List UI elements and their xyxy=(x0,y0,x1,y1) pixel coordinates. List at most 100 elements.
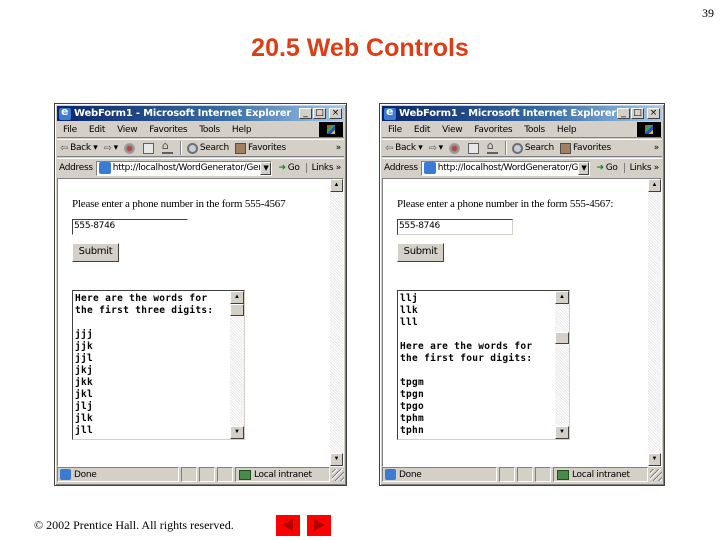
scroll-thumb[interactable] xyxy=(230,304,244,316)
minimize-button[interactable]: _ xyxy=(617,108,630,119)
ie-app-icon xyxy=(59,105,71,120)
address-input[interactable]: http://localhost/WordGenerator/Genera ▼ xyxy=(420,160,591,176)
refresh-icon xyxy=(467,142,479,154)
menu-tools[interactable]: Tools xyxy=(518,125,551,135)
status-panel-empty xyxy=(535,467,551,482)
page-scrollbar[interactable]: ▲ ▼ xyxy=(648,179,661,466)
minimize-button[interactable]: _ xyxy=(299,108,312,119)
results-text: Here are the words for the first three d… xyxy=(75,293,214,436)
address-dropdown-icon[interactable]: ▼ xyxy=(578,161,590,175)
go-button[interactable]: ➜ Go xyxy=(272,163,305,173)
status-panel-empty xyxy=(181,467,197,482)
address-url[interactable]: http://localhost/WordGenerator/Genera xyxy=(113,163,261,173)
toolbar-chevron-icon[interactable]: » xyxy=(654,143,660,153)
search-button[interactable]: Search xyxy=(509,142,557,154)
refresh-button[interactable] xyxy=(140,142,159,154)
toolbar-separator xyxy=(179,141,182,155)
home-button[interactable] xyxy=(159,139,178,154)
menu-view[interactable]: View xyxy=(111,125,143,135)
scroll-up-icon[interactable]: ▲ xyxy=(230,291,244,304)
menu-help[interactable]: Help xyxy=(226,125,257,135)
status-text: Done xyxy=(399,469,422,480)
go-button[interactable]: ➜ Go xyxy=(590,163,623,173)
close-button[interactable]: × xyxy=(329,108,342,119)
favorites-button[interactable]: Favorites xyxy=(232,142,289,154)
menu-favorites[interactable]: Favorites xyxy=(468,125,518,135)
favorites-icon xyxy=(234,142,246,154)
resize-grip-icon[interactable] xyxy=(650,468,662,481)
menu-edit[interactable]: Edit xyxy=(408,125,436,135)
menu-edit[interactable]: Edit xyxy=(83,125,111,135)
page-scroll-up-icon[interactable]: ▲ xyxy=(330,179,343,192)
browser-window-after: WebForm1 - Microsoft Internet Explorer _… xyxy=(379,103,665,486)
menu-tools[interactable]: Tools xyxy=(193,125,226,135)
links-button[interactable]: Links » xyxy=(623,163,662,173)
favorites-button[interactable]: Favorites xyxy=(557,142,614,154)
page-scroll-down-icon[interactable]: ▼ xyxy=(330,453,343,466)
status-panel-empty xyxy=(517,467,533,482)
status-bar: Done Local intranet xyxy=(382,466,662,483)
page-scroll-down-icon[interactable]: ▼ xyxy=(648,453,661,466)
scroll-down-icon[interactable]: ▼ xyxy=(555,426,569,439)
address-input[interactable]: http://localhost/WordGenerator/Genera ▼ xyxy=(95,160,273,176)
title-bar[interactable]: WebForm1 - Microsoft Internet Explorer _… xyxy=(57,105,344,121)
results-scrollbar[interactable]: ▲ ▼ xyxy=(230,291,244,439)
zone-text: Local intranet xyxy=(572,469,630,480)
address-bar: Address http://localhost/WordGenerator/G… xyxy=(57,158,344,177)
toolbar-chevron-icon[interactable]: » xyxy=(336,143,342,153)
go-label: Go xyxy=(605,163,618,173)
maximize-button[interactable]: □ xyxy=(313,108,326,119)
links-label: Links xyxy=(629,163,652,173)
status-bar: Done Local intranet xyxy=(57,466,344,483)
links-button[interactable]: Links » xyxy=(305,163,344,173)
refresh-button[interactable] xyxy=(465,142,484,154)
resize-grip-icon[interactable] xyxy=(332,468,344,481)
stop-icon xyxy=(448,142,460,154)
back-button[interactable]: ⇦ Back ▾ xyxy=(382,143,426,154)
home-button[interactable] xyxy=(484,139,503,154)
menu-help[interactable]: Help xyxy=(551,125,582,135)
forward-button[interactable]: ⇨ ▾ xyxy=(101,143,121,154)
stop-button[interactable] xyxy=(446,142,465,154)
menu-file[interactable]: File xyxy=(382,125,408,135)
menu-favorites[interactable]: Favorites xyxy=(143,125,193,135)
search-button[interactable]: Search xyxy=(184,142,232,154)
scroll-thumb[interactable] xyxy=(555,331,569,344)
forward-button[interactable]: ⇨ ▾ xyxy=(426,143,446,154)
close-button[interactable]: × xyxy=(647,108,660,119)
results-scrollbar[interactable]: ▲ ▼ xyxy=(555,291,569,439)
search-label: Search xyxy=(524,143,554,153)
menu-view[interactable]: View xyxy=(436,125,468,135)
local-intranet-icon xyxy=(239,469,251,480)
page-content: Please enter a phone number in the form … xyxy=(57,178,344,467)
results-textarea[interactable]: Here are the words for the first three d… xyxy=(72,290,245,440)
next-slide-button[interactable] xyxy=(307,515,331,536)
stop-button[interactable] xyxy=(121,142,140,154)
maximize-button[interactable]: □ xyxy=(631,108,644,119)
refresh-icon xyxy=(142,142,154,154)
home-icon xyxy=(486,139,498,154)
title-bar[interactable]: WebForm1 - Microsoft Internet Explorer _… xyxy=(382,105,662,121)
results-text: llj llk lll Here are the words for the f… xyxy=(400,293,533,436)
phone-number-input[interactable]: 555-8746 xyxy=(72,219,188,235)
address-url[interactable]: http://localhost/WordGenerator/Genera xyxy=(438,163,579,173)
scroll-up-icon[interactable]: ▲ xyxy=(555,291,569,304)
results-textarea[interactable]: llj llk lll Here are the words for the f… xyxy=(397,290,570,440)
submit-button[interactable]: Submit xyxy=(397,243,444,262)
phone-number-input[interactable]: 555-8746 xyxy=(397,219,513,235)
page-icon xyxy=(423,162,436,174)
previous-slide-button[interactable] xyxy=(276,515,300,536)
browser-window-before: WebForm1 - Microsoft Internet Explorer _… xyxy=(54,103,347,486)
page-scroll-up-icon[interactable]: ▲ xyxy=(648,179,661,192)
local-intranet-icon xyxy=(557,469,569,480)
back-label: Back xyxy=(395,143,416,153)
go-label: Go xyxy=(287,163,300,173)
page-scrollbar[interactable]: ▲ ▼ xyxy=(330,179,343,466)
back-button[interactable]: ⇦ Back ▾ xyxy=(57,143,101,154)
address-dropdown-icon[interactable]: ▼ xyxy=(260,161,272,175)
scroll-down-icon[interactable]: ▼ xyxy=(230,426,244,439)
page-icon xyxy=(98,162,111,174)
menu-file[interactable]: File xyxy=(57,125,83,135)
submit-button[interactable]: Submit xyxy=(72,243,119,262)
ie-app-icon xyxy=(384,105,396,120)
